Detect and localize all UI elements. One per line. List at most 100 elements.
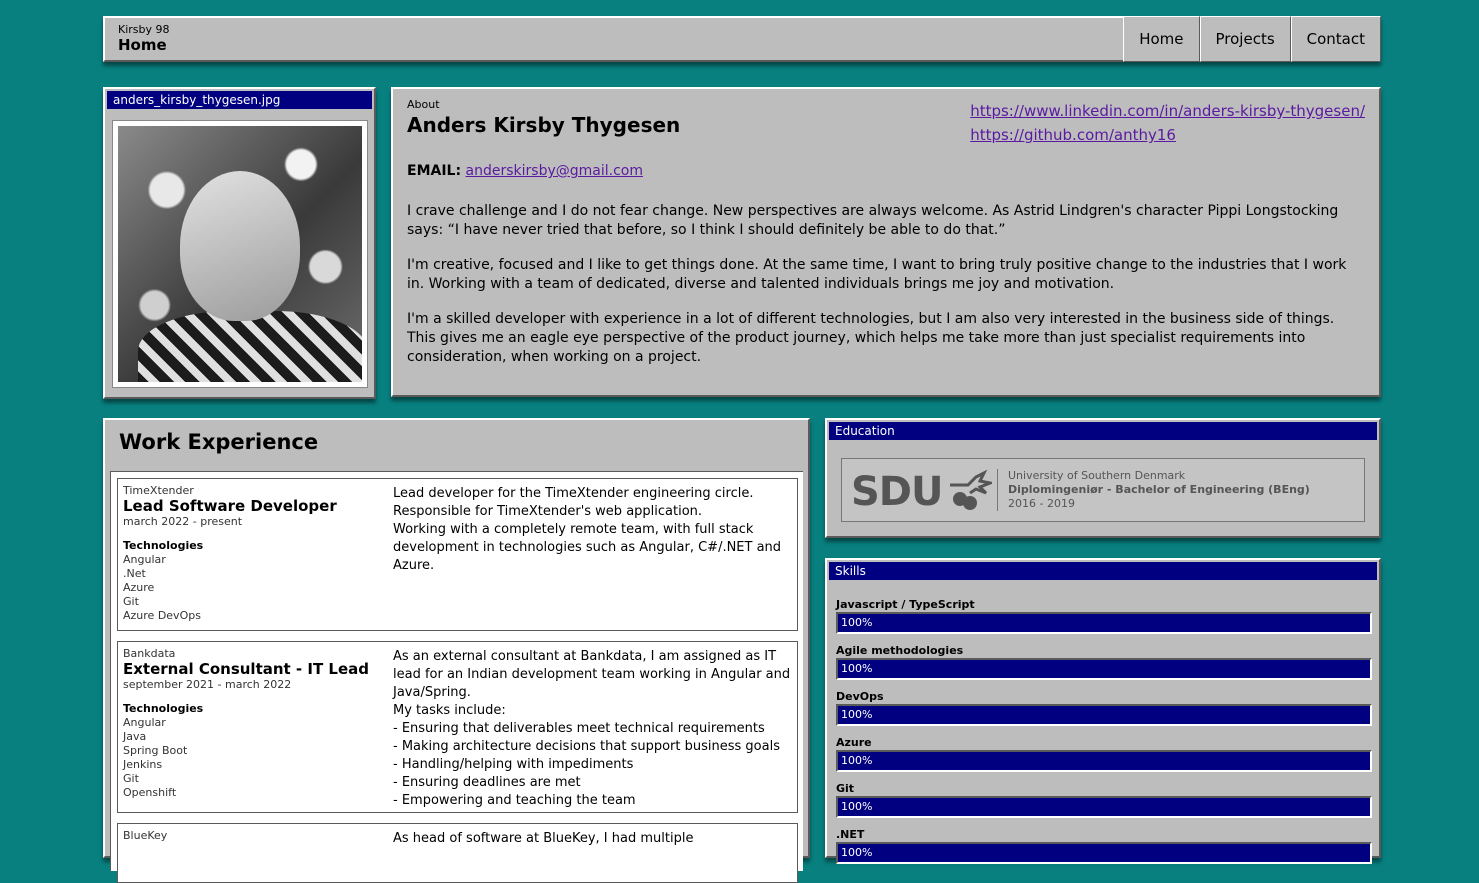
about-paragraph: I'm creative, focused and I like to get … bbox=[407, 257, 1347, 292]
education-window-title: Education bbox=[829, 422, 1377, 440]
job-description-line: My tasks include: bbox=[393, 703, 506, 718]
about-paragraph: I'm a skilled developer with experience … bbox=[407, 311, 1335, 365]
linkedin-link[interactable]: https://www.linkedin.com/in/anders-kirsb… bbox=[970, 102, 1365, 120]
page-title: Home bbox=[118, 36, 167, 54]
skill-progress-fill: 100% bbox=[838, 660, 1370, 678]
skill-progress-bar: 100% bbox=[836, 750, 1372, 772]
tech-item: .Net bbox=[123, 567, 146, 580]
skill-row: Agile methodologies 100% bbox=[836, 644, 1372, 680]
job-card: BlueKey As head of software at BlueKey, … bbox=[117, 823, 798, 883]
education-details: University of Southern Denmark Diploming… bbox=[1008, 469, 1310, 511]
work-list: TimeXtender Lead Software Developer marc… bbox=[110, 471, 803, 883]
main-nav: Home Projects Contact bbox=[1123, 16, 1381, 62]
tech-heading: Technologies bbox=[123, 539, 204, 552]
skill-progress-fill: 100% bbox=[838, 706, 1370, 724]
skill-progress-fill: 100% bbox=[838, 752, 1370, 770]
job-company: TimeXtender bbox=[123, 484, 194, 497]
job-period: march 2022 - present bbox=[123, 515, 243, 528]
email-label: EMAIL: bbox=[407, 163, 462, 179]
skill-progress-bar: 100% bbox=[836, 842, 1372, 864]
job-description-line: Lead developer for the TimeXtender engin… bbox=[393, 486, 754, 501]
github-link[interactable]: https://github.com/anthy16 bbox=[970, 126, 1176, 144]
tech-item: Openshift bbox=[123, 786, 177, 799]
profile-photo bbox=[118, 126, 362, 382]
photo-window-title: anders_kirsby_thygesen.jpg bbox=[107, 91, 372, 109]
skill-progress-bar: 100% bbox=[836, 796, 1372, 818]
skills-window-title: Skills bbox=[829, 562, 1377, 580]
job-description-line: As an external consultant at Bankdata, I… bbox=[393, 649, 791, 700]
tech-item: Azure bbox=[123, 581, 155, 594]
job-description-line: Responsible for TimeXtender's web applic… bbox=[393, 504, 703, 519]
skill-name: Agile methodologies bbox=[836, 644, 964, 657]
photo-frame bbox=[112, 120, 368, 388]
skill-name: DevOps bbox=[836, 690, 884, 703]
job-card: TimeXtender Lead Software Developer marc… bbox=[117, 478, 798, 631]
tech-item: Git bbox=[123, 772, 139, 785]
skill-progress-bar: 100% bbox=[836, 658, 1372, 680]
brand: Kirsby 98 Home bbox=[118, 23, 170, 54]
email-row: EMAIL: anderskirsby@gmail.com bbox=[407, 163, 643, 179]
about-label: About bbox=[407, 98, 440, 111]
tech-heading: Technologies bbox=[123, 702, 204, 715]
photo-shirt-shape bbox=[138, 311, 362, 382]
job-description-line: As head of software at BlueKey, I had mu… bbox=[393, 831, 694, 846]
skill-row: Javascript / TypeScript 100% bbox=[836, 598, 1372, 634]
tech-item: Angular bbox=[123, 553, 166, 566]
skill-name: Git bbox=[836, 782, 855, 795]
photo-head-shape bbox=[180, 171, 300, 321]
photo-window: anders_kirsby_thygesen.jpg bbox=[103, 87, 376, 399]
skill-row: Git 100% bbox=[836, 782, 1372, 818]
skill-progress-bar: 100% bbox=[836, 704, 1372, 726]
degree-name: Diplomingeniør - Bachelor of Engineering… bbox=[1008, 483, 1310, 496]
skill-name: Azure bbox=[836, 736, 872, 749]
job-period: september 2021 - march 2022 bbox=[123, 678, 292, 691]
brand-name: Kirsby 98 bbox=[118, 23, 170, 36]
job-description-line: - Ensuring deadlines are met bbox=[393, 775, 581, 790]
skill-progress-fill: 100% bbox=[838, 614, 1370, 632]
skill-row: .NET 100% bbox=[836, 828, 1372, 864]
skill-progress-fill: 100% bbox=[838, 844, 1370, 862]
education-years: 2016 - 2019 bbox=[1008, 497, 1075, 510]
job-company: Bankdata bbox=[123, 647, 176, 660]
education-window: Education SDU University of Southern Den… bbox=[825, 418, 1381, 538]
education-card: SDU University of Southern Denmark Diplo… bbox=[841, 458, 1365, 522]
university-name: University of Southern Denmark bbox=[1008, 469, 1186, 482]
tech-item: Git bbox=[123, 595, 139, 608]
job-role: External Consultant - IT Lead bbox=[123, 660, 370, 678]
job-description-line: - Empowering and teaching the team bbox=[393, 793, 636, 808]
email-link[interactable]: anderskirsby@gmail.com bbox=[466, 163, 643, 179]
job-description-line: - Handling/helping with impediments bbox=[393, 757, 634, 772]
logo-separator bbox=[997, 469, 998, 511]
tech-item: Azure DevOps bbox=[123, 609, 201, 622]
nav-projects-link[interactable]: Projects bbox=[1199, 16, 1291, 62]
skills-window: Skills Javascript / TypeScript 100% Agile … bbox=[825, 558, 1381, 864]
nav-home-link[interactable]: Home bbox=[1123, 16, 1200, 62]
job-description-line: - Making architecture decisions that sup… bbox=[393, 739, 780, 754]
tech-item: Jenkins bbox=[123, 758, 163, 771]
job-card: Bankdata External Consultant - IT Lead s… bbox=[117, 641, 798, 813]
work-experience-title: Work Experience bbox=[119, 430, 319, 454]
job-company: BlueKey bbox=[123, 829, 168, 842]
job-description: As head of software at BlueKey, I had mu… bbox=[393, 830, 791, 848]
about-paragraph: I crave challenge and I do not fear chan… bbox=[407, 203, 1339, 238]
sdu-tree-icon bbox=[950, 469, 992, 510]
social-links: https://www.linkedin.com/in/anders-kirsb… bbox=[970, 99, 1365, 147]
about-window: About Anders Kirsby Thygesen https://www… bbox=[391, 87, 1381, 397]
skill-name: Javascript / TypeScript bbox=[836, 598, 975, 611]
nav-contact-link[interactable]: Contact bbox=[1290, 16, 1381, 62]
tech-item: Spring Boot bbox=[123, 744, 188, 757]
tech-item: Java bbox=[123, 730, 147, 743]
person-name: Anders Kirsby Thygesen bbox=[407, 113, 681, 137]
job-description: Lead developer for the TimeXtender engin… bbox=[393, 485, 791, 575]
top-header: Kirsby 98 Home Home Projects Contact bbox=[103, 16, 1381, 62]
job-description-line: - Ensuring that deliverables meet techni… bbox=[393, 721, 765, 736]
about-body: I crave challenge and I do not fear chan… bbox=[407, 202, 1367, 383]
skill-progress-fill: 100% bbox=[838, 798, 1370, 816]
skill-row: DevOps 100% bbox=[836, 690, 1372, 726]
job-role: Lead Software Developer bbox=[123, 497, 337, 515]
work-experience-window: Work Experience TimeXtender Lead Softwar… bbox=[103, 418, 810, 883]
job-description: As an external consultant at Bankdata, I… bbox=[393, 648, 791, 810]
sdu-logo: SDU bbox=[851, 469, 943, 515]
tech-item: Angular bbox=[123, 716, 166, 729]
skill-progress-bar: 100% bbox=[836, 612, 1372, 634]
